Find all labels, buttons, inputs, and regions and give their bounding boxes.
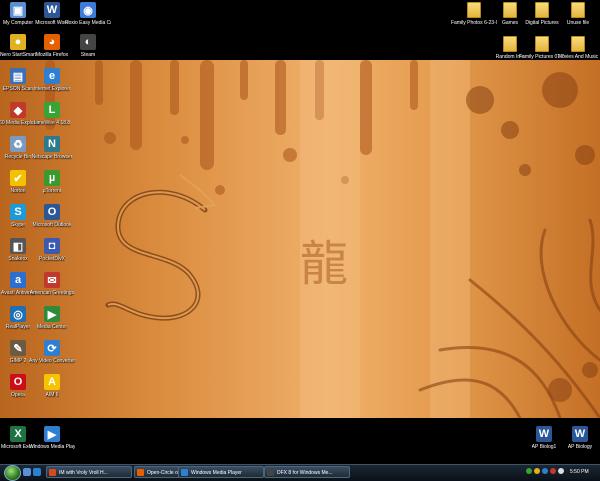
desktop-icon-label: Norton [10,188,26,194]
aim-task-icon [49,469,56,476]
computer-icon: ▣ [10,2,26,18]
volume-tray-icon[interactable] [558,468,564,474]
norton-icon: ✔ [10,170,26,186]
taskbar-button-label: IM with Vroly Vroll H... [59,470,108,476]
roxio-icon: ◉ [80,2,96,18]
desktop-icon-label: Microsoft Word [35,20,69,26]
desktop-icon-label: Netscape Browser [31,154,73,160]
desktop-icon-ap-biolog1[interactable]: W AP Biolog1 [524,426,564,468]
opera-icon: O [10,374,26,390]
desktop-icon-movies-and-music[interactable]: Movies And Music [558,36,598,78]
desktop-icon-label: AIM 6 [45,392,59,398]
desktop-icon-label: Any Video Converter [29,358,75,364]
steam-icon: ◐ [80,34,96,50]
firefox-icon: ◕ [44,34,60,50]
windows-orb-icon[interactable] [4,465,21,481]
desktop-icon-label: Recycle Bin [4,154,32,160]
desktop-icon-label: Windows Media Player [29,444,75,450]
taskbar-button-label: DFX 8 for Windows Me... [277,470,333,476]
desktop-icon-label: GIMP 2 [9,358,27,364]
desktop-icon-label: Media Center [36,324,67,330]
recycle-bin-icon: ♻ [10,136,26,152]
desktop-icon-label: µTorrent [42,188,62,194]
word-doc-icon: W [536,426,552,442]
desktop-icon-family-photos-6-23-07[interactable]: Family Photos 6-23-07 [451,2,497,44]
excel-icon: X [10,426,26,442]
dragon-kanji: 龍 [300,236,348,292]
desktop-icon-label: Games [501,20,519,26]
desktop-icon-label: Opera [11,392,25,398]
desktop-icon-label: Steam [80,52,96,58]
ie-icon: e [44,68,60,84]
epson-icon: ▤ [10,68,26,84]
desktop-icon-label: Roxio Easy Media Crea... [65,20,111,26]
desktop-icon-label: RealPlayer [5,324,31,330]
word-icon: W [44,2,60,18]
taskbar-button-label: Windows Media Player [191,470,242,476]
folder-icon [467,2,481,18]
desktop-icon-ap-biology[interactable]: W AP Biology [560,426,600,468]
dfx-task-icon [267,469,274,476]
desktop-icon-aim-6[interactable]: A AIM 6 [32,374,72,416]
greetings-icon: ✉ [44,272,60,288]
folder-icon [571,36,585,52]
desktop-icon-windows-media-player[interactable]: ▶ Windows Media Player [29,426,75,468]
aim-icon: A [44,374,60,390]
desktop-icon-label: My Computer [2,20,33,26]
nero-icon: ● [10,34,26,50]
desktop-bottom-band [0,418,600,464]
folder-icon [571,2,585,18]
media-center-icon: ▶ [44,306,60,322]
taskbar-button[interactable]: DFX 8 for Windows Me... [264,466,350,478]
desktop-icon-label: Digital Pictures [525,20,559,26]
video-converter-icon: ⟳ [44,340,60,356]
ie-quicklaunch-icon[interactable] [33,468,41,476]
skype-icon: S [10,204,26,220]
desktop-icon-label: Microsoft Outlook [32,222,72,228]
wmp-task-icon [181,469,188,476]
firefox-task-icon [137,469,144,476]
desktop-icon-label: AP Biolog1 [531,444,557,450]
desktop-icon-label: AP Biology [567,444,593,450]
avast-tray-icon[interactable] [550,468,556,474]
desktop-icon-label: Movies And Music [557,54,599,60]
skype-tray-icon[interactable] [542,468,548,474]
word-doc-icon: W [572,426,588,442]
taskbar-clock[interactable]: 5:50 PM [570,466,589,478]
desktop-icon-label: LimeWire 4.18.8 [33,120,71,126]
taskbar-button[interactable]: IM with Vroly Vroll H... [46,466,132,478]
desktop-icon-label: EPSON Scan [2,86,34,92]
avast-icon: a [10,272,26,288]
desktop-icon-label: PocketDivX [39,256,65,262]
folder-icon [535,2,549,18]
netscape-icon: N [44,136,60,152]
desktop-icon-label: Mozilla Firefox [35,52,69,58]
limewire-icon: L [44,102,60,118]
wallpaper: 龍 [0,60,600,418]
desktop-icon-label: Snakeox [8,256,28,262]
folder-icon [503,36,517,52]
snakeox-icon: ◧ [10,238,26,254]
norton-tray-icon[interactable] [534,468,540,474]
desktop-icon-label: Internet Explorer [33,86,71,92]
network-tray-icon[interactable] [526,468,532,474]
pocketdivx-icon: ◘ [44,238,60,254]
desktop-icon-steam[interactable]: ◐ Steam [68,34,108,76]
desktop-icon-label: Nero StartSmart [0,52,37,58]
wmp-icon: ▶ [44,426,60,442]
desktop-icon-label: American Greetings [29,290,75,296]
media-explorer-icon: ◆ [10,102,26,118]
outlook-icon: O [44,204,60,220]
realplayer-icon: ◎ [10,306,26,322]
taskbar-button[interactable]: Windows Media Player [178,466,264,478]
folder-icon [535,36,549,52]
desktop-icon-label: Skype [11,222,25,228]
show-desktop-icon[interactable] [23,468,31,476]
desktop-icon-label: Unuse file [566,20,590,26]
dragon-wallpaper-art: 龍 [45,60,600,418]
desktop-icon-family-pictures-07-08[interactable]: Family Pictures 07-08 [519,36,565,78]
utorrent-icon: µ [44,170,60,186]
folder-icon [503,2,517,18]
gimp-icon: ✎ [10,340,26,356]
